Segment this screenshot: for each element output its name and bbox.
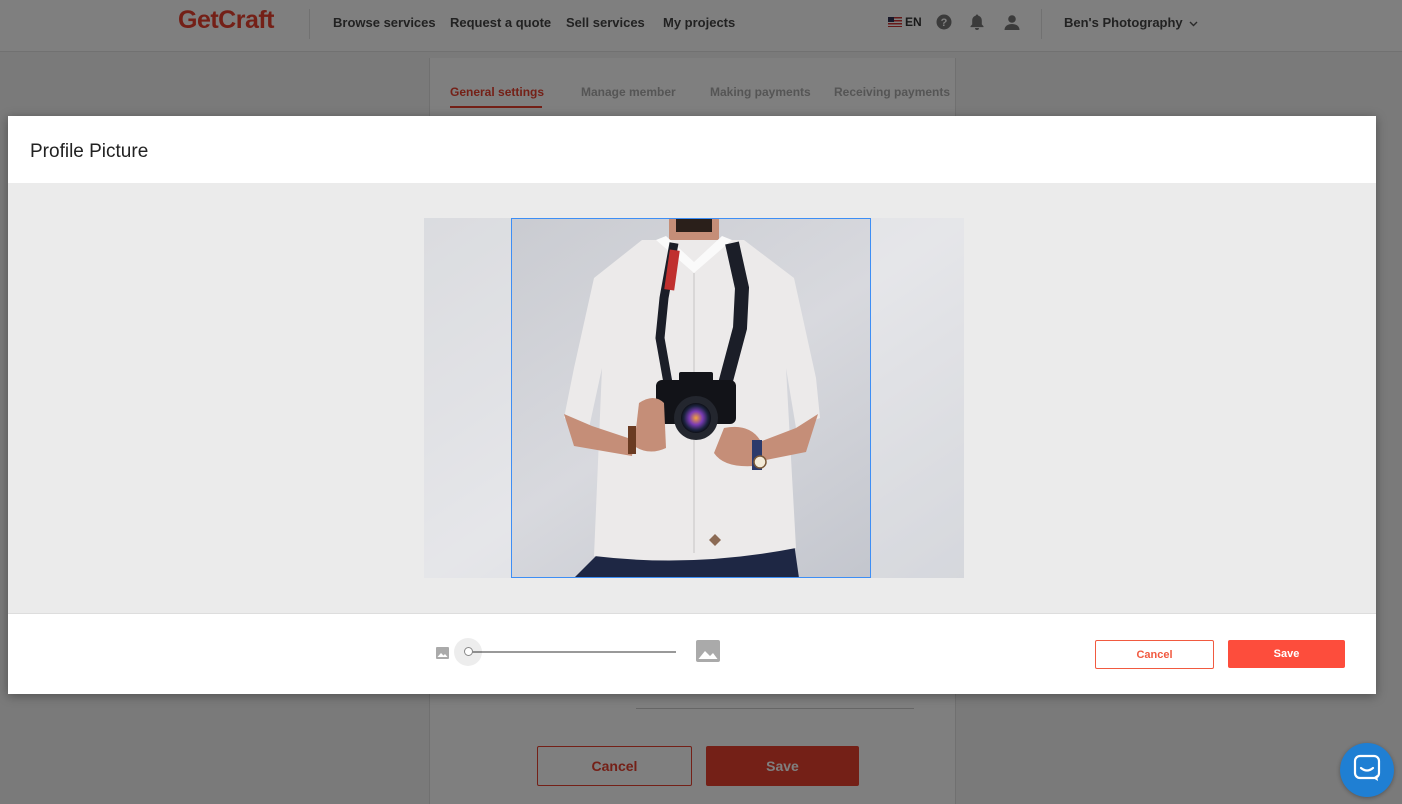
cancel-button[interactable]: Cancel bbox=[1095, 640, 1214, 669]
zoom-in-image-icon[interactable] bbox=[696, 640, 720, 667]
crop-selection-box[interactable] bbox=[511, 218, 871, 578]
save-button[interactable]: Save bbox=[1228, 640, 1345, 668]
profile-photo[interactable] bbox=[424, 218, 964, 578]
modal-footer: Cancel Save bbox=[8, 613, 1376, 694]
crop-outside-right bbox=[871, 218, 964, 578]
zoom-out-image-icon[interactable] bbox=[436, 646, 449, 664]
zoom-slider-track[interactable] bbox=[468, 651, 676, 653]
chat-icon bbox=[1353, 754, 1381, 787]
modal-title: Profile Picture bbox=[30, 141, 149, 162]
zoom-slider-handle[interactable] bbox=[463, 647, 473, 656]
modal-header: Profile Picture bbox=[8, 116, 1376, 183]
crop-outside-left bbox=[424, 218, 511, 578]
chat-launcher-button[interactable] bbox=[1340, 743, 1394, 797]
profile-picture-modal: Profile Picture Cancel Save bbox=[8, 116, 1376, 694]
image-crop-area bbox=[8, 183, 1376, 613]
